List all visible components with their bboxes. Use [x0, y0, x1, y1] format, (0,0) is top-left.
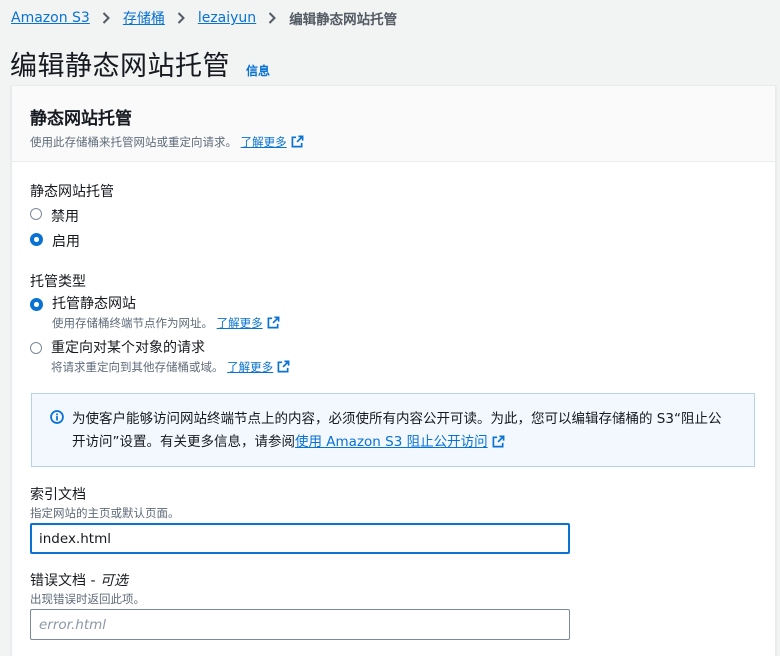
info-alert-text: 为使客户能够访问网站终端节点上的内容，必须使所有内容公开可读。为此，您可以编辑存… [72, 408, 732, 466]
radio-disable-text: 禁用 [51, 206, 79, 225]
panel-header: 静态网站托管 使用此存储桶来托管网站或重定向请求。 了解更多 [12, 86, 775, 162]
learn-more-text: 了解更多 [227, 360, 274, 374]
chevron-right-icon [177, 12, 185, 24]
panel-description: 使用此存储桶来托管网站或重定向请求。 了解更多 [30, 134, 775, 150]
learn-more-text: 了解更多 [240, 135, 287, 149]
radio-host-static-circle[interactable] [30, 298, 43, 311]
chevron-right-icon [268, 12, 277, 24]
radio-redirect[interactable]: 重定向对某个对象的请求 将请求重定向到其他存储桶或域。 了解更多 [30, 340, 290, 375]
breadcrumb-current: 编辑静态网站托管 [289, 12, 398, 28]
breadcrumb-amazon-s3[interactable]: Amazon S3 [11, 10, 90, 26]
radio-disable-circle[interactable] [30, 208, 42, 220]
radio-host-static-text: 托管静态网站 使用存储桶终端节点作为网址。 了解更多 [52, 296, 280, 331]
info-link[interactable]: 信息 [246, 62, 270, 79]
index-document-hint: 指定网站的主页或默认页面。 [30, 506, 180, 520]
index-document-label: 索引文档 [30, 487, 86, 503]
radio-redirect-text: 重定向对某个对象的请求 将请求重定向到其他存储桶或域。 了解更多 [51, 340, 290, 375]
radio-enable-label: 启用 [52, 234, 80, 250]
radio-enable[interactable]: 启用 [30, 231, 80, 250]
radio-redirect-circle[interactable] [30, 342, 42, 354]
error-document-hint: 出现错误时返回此项。 [30, 592, 145, 606]
radio-redirect-desc-text: 将请求重定向到其他存储桶或域。 [51, 360, 224, 374]
block-public-access-link-text: 使用 Amazon S3 阻止公开访问 [295, 434, 488, 450]
radio-host-static-label: 托管静态网站 [52, 296, 136, 312]
external-link-icon [492, 435, 505, 448]
panel-description-text: 使用此存储桶来托管网站或重定向请求。 [30, 135, 237, 149]
info-icon [50, 410, 64, 424]
host-static-learn-more-link[interactable]: 了解更多 [217, 316, 280, 330]
hosting-label: 静态网站托管 [30, 184, 114, 200]
error-document-label: 错误文档 - 可选 [30, 573, 128, 589]
radio-host-static[interactable]: 托管静态网站 使用存储桶终端节点作为网址。 了解更多 [30, 296, 280, 331]
error-document-label-text: 错误文档 [30, 573, 86, 589]
radio-host-static-description: 使用存储桶终端节点作为网址。 了解更多 [52, 315, 280, 331]
breadcrumb: Amazon S3 存储桶 lezaiyun 编辑静态网站托管 [11, 8, 397, 28]
external-link-icon [267, 316, 280, 329]
static-website-hosting-panel: 静态网站托管 使用此存储桶来托管网站或重定向请求。 了解更多 静态网站托管 禁用… [11, 85, 776, 656]
breadcrumb-bucket-name[interactable]: lezaiyun [198, 10, 256, 26]
radio-redirect-description: 将请求重定向到其他存储桶或域。 了解更多 [51, 359, 290, 375]
panel-learn-more-link[interactable]: 了解更多 [241, 135, 304, 149]
external-link-icon [291, 135, 304, 148]
panel-title: 静态网站托管 [30, 109, 132, 129]
redirect-learn-more-link[interactable]: 了解更多 [227, 360, 290, 374]
radio-redirect-label: 重定向对某个对象的请求 [51, 340, 205, 356]
error-document-input[interactable] [30, 609, 570, 640]
radio-disable[interactable]: 禁用 [30, 206, 79, 225]
page-header: 编辑静态网站托管 信息 [10, 44, 270, 83]
radio-host-static-desc-text: 使用存储桶终端节点作为网址。 [52, 316, 213, 330]
radio-enable-circle[interactable] [30, 233, 43, 246]
block-public-access-link[interactable]: 使用 Amazon S3 阻止公开访问 [295, 434, 505, 450]
radio-enable-text: 启用 [52, 231, 80, 250]
page-title: 编辑静态网站托管 [10, 51, 230, 82]
chevron-right-icon [102, 12, 110, 24]
hosting-type-label: 托管类型 [30, 274, 86, 290]
info-alert: 为使客户能够访问网站终端节点上的内容，必须使所有内容公开可读。为此，您可以编辑存… [31, 393, 755, 467]
index-document-input[interactable] [30, 523, 570, 554]
radio-disable-label: 禁用 [51, 209, 79, 225]
optional-marker: 可选 [99, 573, 128, 589]
learn-more-text: 了解更多 [216, 316, 263, 330]
breadcrumb-buckets[interactable]: 存储桶 [123, 8, 165, 28]
external-link-icon [277, 360, 290, 373]
